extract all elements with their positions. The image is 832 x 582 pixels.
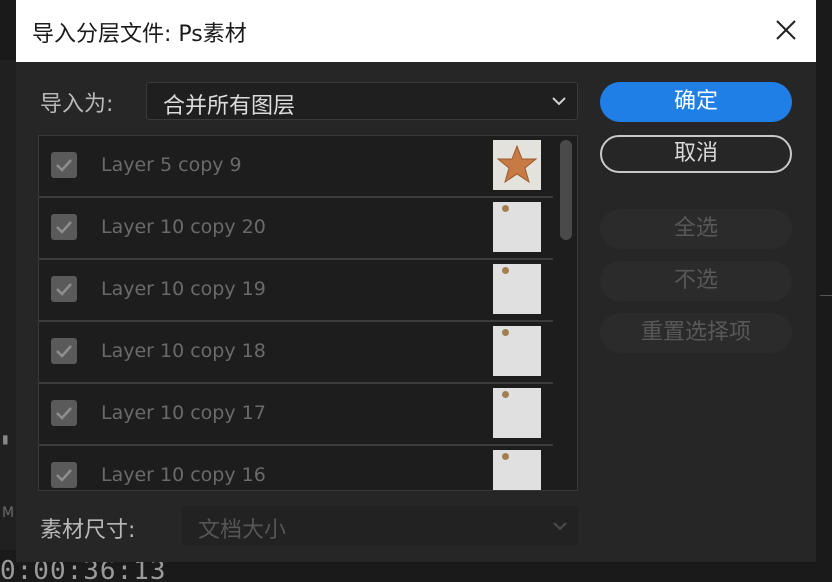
layer-row[interactable]: Layer 10 copy 19 xyxy=(39,260,553,322)
layer-list: Layer 5 copy 9 Layer 10 copy 20 Layer 10 c… xyxy=(38,135,578,491)
footage-size-label: 素材尺寸: xyxy=(40,518,136,543)
close-icon xyxy=(776,20,796,40)
layer-name: Layer 5 copy 9 xyxy=(101,154,242,176)
layer-row[interactable]: Layer 5 copy 9 xyxy=(39,136,553,198)
import-as-label: 导入为: xyxy=(40,92,114,117)
chevron-down-icon xyxy=(553,522,567,531)
scrollbar-thumb[interactable] xyxy=(560,140,572,240)
layer-thumbnail-note xyxy=(493,202,541,252)
checkmark-icon xyxy=(56,407,72,420)
checkmark-icon xyxy=(56,283,72,296)
layer-row[interactable]: Layer 10 copy 17 xyxy=(39,384,553,446)
checkmark-icon xyxy=(56,159,72,172)
layer-thumbnail-star xyxy=(493,140,541,190)
checkmark-icon xyxy=(56,469,72,482)
layer-checkbox[interactable] xyxy=(51,338,77,364)
layer-checkbox[interactable] xyxy=(51,152,77,178)
import-as-value: 合并所有图层 xyxy=(163,94,296,119)
layer-row[interactable]: Layer 10 copy 20 xyxy=(39,198,553,260)
import-as-dropdown[interactable]: 合并所有图层 xyxy=(146,82,578,120)
pin-icon xyxy=(502,391,509,398)
cancel-button[interactable]: 取消 xyxy=(600,135,792,173)
app-background: ▮ M 0:00:36:13 导入分层文件: Ps素材 导入为: 合并所有图层 … xyxy=(0,0,832,582)
layer-name: Layer 10 copy 18 xyxy=(101,340,266,362)
layer-checkbox[interactable] xyxy=(51,400,77,426)
import-layered-file-dialog: 导入分层文件: Ps素材 导入为: 合并所有图层 确定 取消 全选 不选 重置选… xyxy=(16,0,816,562)
select-all-button[interactable]: 全选 xyxy=(600,209,792,249)
dialog-titlebar: 导入分层文件: Ps素材 xyxy=(16,0,816,62)
layer-thumbnail-note xyxy=(493,326,541,376)
footage-size-value: 文档大小 xyxy=(198,518,287,543)
layer-row[interactable]: Layer 10 copy 18 xyxy=(39,322,553,384)
background-divider xyxy=(820,295,832,296)
select-none-button[interactable]: 不选 xyxy=(600,261,792,301)
reset-selection-button[interactable]: 重置选择项 xyxy=(600,313,792,353)
chevron-down-icon xyxy=(552,97,566,106)
pin-icon xyxy=(502,329,509,336)
dialog-title: 导入分层文件: Ps素材 xyxy=(32,22,247,47)
layer-thumbnail-note xyxy=(493,388,541,438)
layer-row[interactable]: Layer 10 copy 16 xyxy=(39,446,553,490)
layer-thumbnail-note xyxy=(493,450,541,490)
layer-name: Layer 10 copy 20 xyxy=(101,216,266,238)
pin-icon xyxy=(502,453,509,460)
layer-checkbox[interactable] xyxy=(51,276,77,302)
star-icon xyxy=(496,144,538,184)
layer-name: Layer 10 copy 17 xyxy=(101,402,266,424)
layer-checkbox[interactable] xyxy=(51,214,77,240)
layer-name: Layer 10 copy 19 xyxy=(101,278,266,300)
background-glyph: M xyxy=(2,505,15,521)
layer-name: Layer 10 copy 16 xyxy=(101,464,266,486)
layer-checkbox[interactable] xyxy=(51,462,77,488)
background-marker-icon: ▮ xyxy=(2,432,9,446)
footage-size-dropdown[interactable]: 文档大小 xyxy=(182,506,578,546)
pin-icon xyxy=(502,267,509,274)
ok-button[interactable]: 确定 xyxy=(600,82,792,122)
pin-icon xyxy=(502,205,509,212)
layer-thumbnail-note xyxy=(493,264,541,314)
checkmark-icon xyxy=(56,345,72,358)
checkmark-icon xyxy=(56,221,72,234)
background-panel xyxy=(0,60,16,550)
close-button[interactable] xyxy=(770,14,802,46)
layer-list-scrollbar[interactable] xyxy=(555,136,577,490)
